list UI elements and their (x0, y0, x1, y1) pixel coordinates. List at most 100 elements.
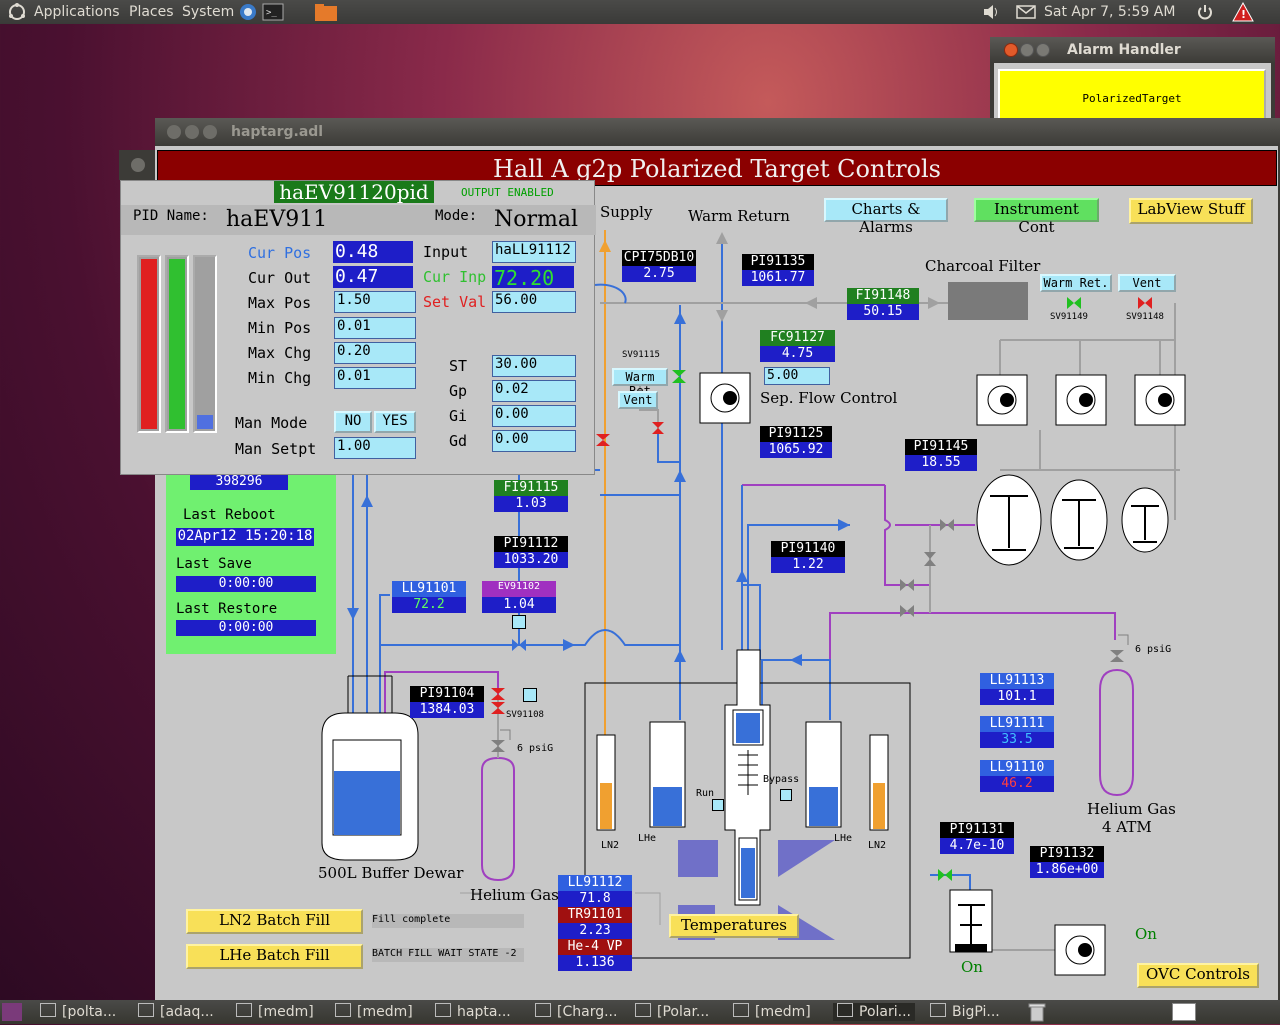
pv-label-pi91131: PI91131 (940, 822, 1014, 838)
charts-alarms-button[interactable]: Charts & Alarms (824, 198, 948, 236)
pv-value-pi91112: 1033.20 (494, 552, 568, 568)
set-val-input[interactable]: 56.00 (492, 291, 576, 313)
instrument-cont-button[interactable]: Instrument Cont (974, 198, 1099, 236)
ovc-controls-button[interactable]: OVC Controls (1137, 963, 1259, 988)
taskbar-item-active[interactable]: Polari... (833, 1003, 915, 1021)
vent-mid-button[interactable]: Vent (618, 391, 658, 409)
man-setpt-input[interactable]: 1.00 (334, 437, 416, 459)
warm-ret-mid-button[interactable]: Warm Ret (612, 368, 668, 398)
pv-value-cpi75db10: 2.75 (622, 266, 696, 282)
cur-inp-label: Cur Inp (423, 268, 487, 286)
taskbar-item[interactable]: hapta... (435, 1003, 511, 1021)
pv-label-pi91125: PI91125 (760, 426, 832, 442)
sep-flow-control-label: Sep. Flow Control (760, 389, 898, 407)
pv-value-fc91127: 4.75 (760, 346, 835, 362)
last-save-value: 0:00:00 (176, 576, 316, 592)
taskbar-label: [polta... (62, 1004, 117, 1020)
helium-gas-atm-label: 4 ATM (1102, 818, 1152, 836)
st-input[interactable]: 30.00 (492, 355, 576, 377)
window-icon (236, 1003, 252, 1017)
gp-input[interactable]: 0.02 (492, 380, 576, 402)
pv-label-pi91135: PI91135 (742, 254, 814, 270)
taskbar-item[interactable]: [medm] (335, 1003, 413, 1021)
pv-label-pi91132: PI91132 (1030, 846, 1104, 862)
pv-value-pi91125: 1065.92 (760, 442, 832, 458)
cur-pos-bar (137, 255, 161, 433)
psig-right-label: 6 psiG (1135, 644, 1172, 655)
taskbar-item[interactable]: [polta... (40, 1003, 116, 1021)
buffer-dewar-level (334, 771, 400, 835)
taskbar-label: [Polar... (657, 1004, 710, 1020)
mode-value: Normal (494, 207, 579, 232)
man-mode-no-button[interactable]: NO (334, 411, 372, 433)
fc-setpoint-input[interactable]: 5.00 (764, 367, 830, 385)
valve-control-icon[interactable] (512, 615, 526, 629)
taskbar-item[interactable]: [medm] (236, 1003, 314, 1021)
min-chg-label: Min Chg (248, 369, 312, 387)
lhe-batch-fill-button[interactable]: LHe Batch Fill (186, 944, 363, 969)
taskbar-item[interactable]: [Charg... (535, 1003, 617, 1021)
window-icon (40, 1003, 56, 1017)
gp-label: Gp (449, 382, 468, 400)
workspace-switcher-icon[interactable] (1172, 1003, 1196, 1021)
gi-label: Gi (449, 407, 468, 425)
pv-label-ll91113: LL91113 (980, 673, 1054, 689)
last-restore-label: Last Restore (176, 601, 278, 617)
input-label: Input (423, 243, 469, 261)
min-chg-input[interactable]: 0.01 (334, 367, 416, 389)
cur-pos-label: Cur Pos (248, 244, 312, 262)
pv-value-pi91131: 4.7e-10 (940, 838, 1014, 854)
gd-input[interactable]: 0.00 (492, 430, 576, 452)
sv91148-label: SV91148 (1126, 312, 1164, 322)
pv-value-ll91113: 101.1 (980, 689, 1054, 705)
run-valve-control-icon[interactable] (712, 799, 724, 811)
show-desktop-icon[interactable] (2, 1003, 22, 1021)
st-label: ST (449, 357, 468, 375)
last-save-label: Last Save (176, 556, 252, 572)
man-mode-yes-button[interactable]: YES (374, 411, 416, 433)
input-pv-input[interactable]: haLL91112 (492, 241, 576, 263)
pv-label-pi91104: PI91104 (410, 686, 484, 702)
vent-top-button[interactable]: Vent (1118, 274, 1176, 292)
ln2-left-label: LN2 (601, 840, 620, 851)
taskbar-item[interactable]: [medm] (733, 1003, 811, 1021)
warm-ret-top-button[interactable]: Warm Ret. (1040, 274, 1112, 292)
labview-stuff-button[interactable]: LabView Stuff (1129, 198, 1253, 224)
set-val-label: Set Val (423, 293, 487, 311)
ioc-counter: 398296 (190, 474, 288, 490)
window-icon (335, 1003, 351, 1017)
pv-value-pi91135: 1061.77 (742, 270, 814, 286)
window-icon (733, 1003, 749, 1017)
input-bar (193, 255, 217, 433)
taskbar-item[interactable]: BigPi... (930, 1003, 1000, 1021)
bar-fill (197, 415, 213, 429)
min-pos-input[interactable]: 0.01 (334, 317, 416, 339)
pv-label-cpi75db10: CPI75DB10 (622, 250, 696, 266)
helium-gas-left-label: Helium Gas (470, 886, 559, 904)
sv91149-label: SV91149 (1050, 312, 1088, 322)
cur-out-bar (165, 255, 189, 433)
run-label: Run (696, 788, 715, 799)
psig-left-label: 6 psiG (517, 743, 554, 754)
gi-input[interactable]: 0.00 (492, 405, 576, 427)
window-icon (930, 1003, 946, 1017)
sv91115-label: SV91115 (622, 350, 660, 360)
pv-label-ll91110: LL91110 (980, 760, 1054, 776)
ioc-status-panel: 398296 Last Reboot 02Apr12 15:20:18 Last… (166, 470, 336, 654)
taskbar-item[interactable]: [Polar... (635, 1003, 709, 1021)
pv-value-ll91111: 33.5 (980, 732, 1054, 748)
max-pos-input[interactable]: 1.50 (334, 291, 416, 313)
max-chg-input[interactable]: 0.20 (334, 342, 416, 364)
cur-out-label: Cur Out (248, 269, 312, 287)
ln2-batch-fill-button[interactable]: LN2 Batch Fill (186, 909, 363, 934)
trash-icon[interactable] (1028, 1002, 1046, 1025)
valve-control-icon[interactable] (523, 688, 537, 702)
bypass-valve-control-icon[interactable] (780, 789, 792, 801)
last-restore-value: 0:00:00 (176, 620, 316, 636)
taskbar-item[interactable]: [adaq... (138, 1003, 214, 1021)
pv-value-pi91140: 1.22 (771, 557, 845, 573)
pv-label-pi91145: PI91145 (905, 439, 977, 455)
bypass-label: Bypass (763, 774, 800, 785)
cur-inp-value: 72.20 (492, 266, 574, 290)
temperatures-button[interactable]: Temperatures (669, 914, 799, 938)
